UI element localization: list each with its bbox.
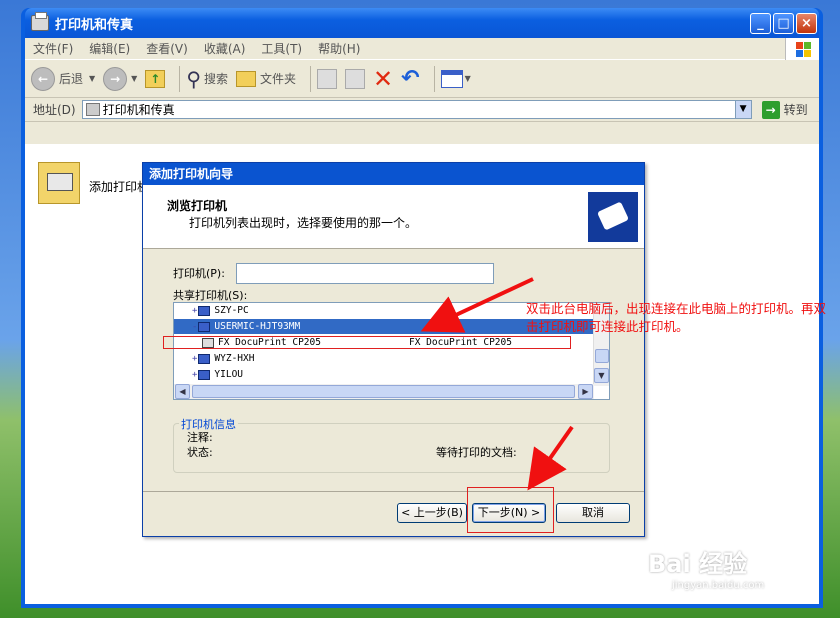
baidu-watermark-logo: Bai 经验 bbox=[648, 550, 748, 578]
arrow-to-printer-row bbox=[420, 277, 534, 333]
instruction-annotation: 双击此台电脑后，出现连接在此电脑上的打印机。再双击打印机即可连接此打印机。 bbox=[526, 301, 827, 334]
arrow-to-next-button bbox=[527, 425, 574, 491]
baidu-watermark-url: jingyan.baidu.com bbox=[672, 580, 765, 591]
